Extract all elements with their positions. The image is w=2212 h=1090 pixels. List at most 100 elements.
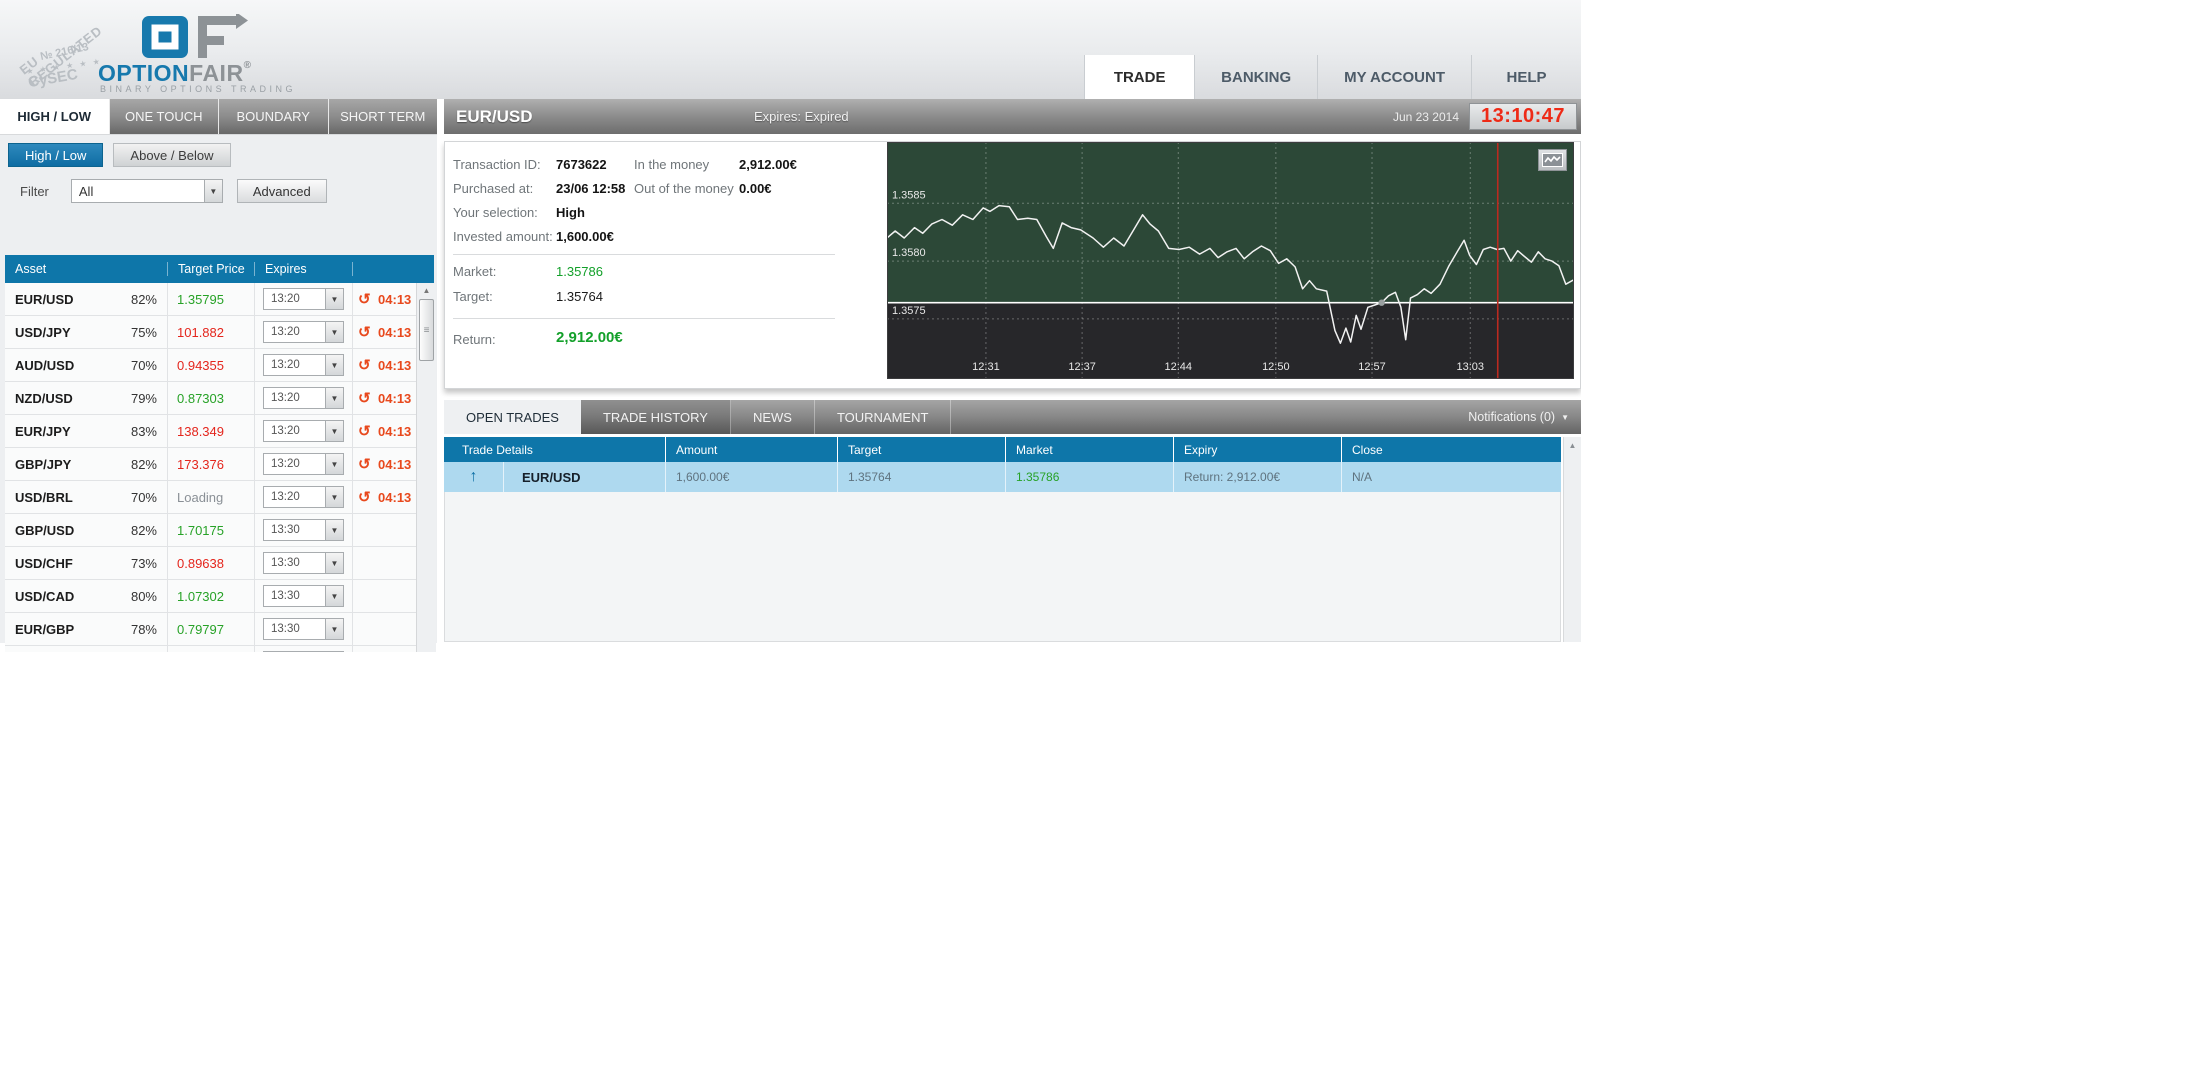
chevron-down-icon[interactable]: ▼ xyxy=(325,553,343,573)
chevron-down-icon[interactable]: ▼ xyxy=(325,520,343,540)
asset-pair-label: GBP/USD xyxy=(15,522,75,538)
asset-row[interactable]: GBP/USD 82% 1.70175 13:30 ▼ ↻ xyxy=(5,514,434,547)
expiry-select[interactable]: 13:30 ▼ xyxy=(263,585,344,607)
expiry-cell: 13:20 ▼ xyxy=(255,316,353,348)
expiry-select[interactable]: 13:20 ▼ xyxy=(263,288,344,310)
asset-pair-label: EUR/USD xyxy=(15,291,74,307)
expiry-select[interactable]: 13:20 ▼ xyxy=(263,486,344,508)
trade-market-value: 1.35786 xyxy=(1016,470,1060,484)
nav-tab-help[interactable]: HELP xyxy=(1471,55,1581,99)
nav-tab-trade[interactable]: TRADE xyxy=(1084,55,1195,99)
divider xyxy=(453,318,835,319)
target-price-cell: 1.70175 xyxy=(168,514,255,546)
tab-one-touch[interactable]: ONE TOUCH xyxy=(109,99,219,134)
trades-scrollbar[interactable]: ▲ xyxy=(1563,437,1581,642)
tab-open-trades[interactable]: OPEN TRADES xyxy=(444,400,581,434)
chevron-down-icon[interactable]: ▼ xyxy=(325,586,343,606)
chart-type-button[interactable] xyxy=(1538,149,1567,171)
expiry-select[interactable]: 13:30 ▼ xyxy=(263,519,344,541)
countdown-clock-icon: ↻ xyxy=(358,290,371,308)
target-price-value: 1.35795 xyxy=(177,291,224,307)
payout-percent: 79% xyxy=(130,390,157,406)
asset-row[interactable]: EUR/GBP 78% 0.79797 13:30 ▼ ↻ xyxy=(5,613,434,646)
tab-short-term[interactable]: SHORT TERM xyxy=(328,99,437,134)
tab-trade-history[interactable]: TRADE HISTORY xyxy=(580,400,731,434)
expiry-cell: 13:30 ▼ xyxy=(255,613,353,645)
scrollbar-thumb[interactable]: ≡ xyxy=(419,299,434,361)
asset-pair-label: USD/JPY xyxy=(15,324,71,340)
high-low-mode-button[interactable]: High / Low xyxy=(8,143,104,167)
asset-pair-label: AUD/USD xyxy=(15,357,75,373)
chevron-down-icon[interactable]: ▼ xyxy=(325,388,343,408)
chevron-down-icon: ▼ xyxy=(1561,412,1569,422)
asset-row[interactable]: USD/BRL 70% Loading 13:20 ▼ ↻ 04:13 xyxy=(5,481,434,514)
asset-table: Asset Target Price Expires EUR/USD 82% 1… xyxy=(5,255,436,652)
target-price-value: 0.94355 xyxy=(177,357,224,373)
chevron-down-icon[interactable]: ▼ xyxy=(325,421,343,441)
chevron-down-icon[interactable]: ▼ xyxy=(325,322,343,342)
filter-select[interactable]: All ▼ xyxy=(70,179,223,203)
above-below-mode-button[interactable]: Above / Below xyxy=(113,143,231,167)
expiry-cell: 13:30 ▼ xyxy=(255,514,353,546)
expiry-select[interactable]: 13:20 ▼ xyxy=(263,387,344,409)
asset-cell: GBP/JPY 82% xyxy=(5,448,168,480)
chevron-down-icon[interactable]: ▼ xyxy=(325,355,343,375)
trade-target-cell: 1.35764 xyxy=(838,462,1006,492)
svg-text:1.3580: 1.3580 xyxy=(892,247,926,259)
asset-row[interactable]: EUR/JPY 83% 138.349 13:20 ▼ ↻ 04:13 xyxy=(5,415,434,448)
countdown-clock-icon: ↻ xyxy=(358,422,371,440)
tab-high-low[interactable]: HIGH / LOW xyxy=(0,99,110,134)
chevron-down-icon[interactable]: ▼ xyxy=(325,619,343,639)
notifications-dropdown[interactable]: Notifications (0) ▼ xyxy=(1468,400,1569,434)
asset-row[interactable]: USD/JPY 75% 101.882 13:20 ▼ ↻ 04:13 xyxy=(5,316,434,349)
chevron-down-icon[interactable]: ▼ xyxy=(203,180,222,202)
payout-percent: 83% xyxy=(130,423,157,439)
asset-row[interactable]: EUR/CHF 65% 1.21723 13:30 ▼ ↻ xyxy=(5,646,434,652)
symbol-label: EUR/USD xyxy=(456,106,533,126)
expiry-select[interactable]: 13:30 ▼ xyxy=(263,651,344,652)
chevron-down-icon[interactable]: ▼ xyxy=(325,289,343,309)
expiry-select[interactable]: 13:20 ▼ xyxy=(263,321,344,343)
chevron-down-icon[interactable]: ▼ xyxy=(325,487,343,507)
expiry-select[interactable]: 13:30 ▼ xyxy=(263,552,344,574)
expiry-select[interactable]: 13:20 ▼ xyxy=(263,420,344,442)
advanced-button[interactable]: Advanced xyxy=(236,179,327,203)
asset-row[interactable]: EUR/USD 82% 1.35795 13:20 ▼ ↻ 04:13 xyxy=(5,283,434,316)
expiry-select[interactable]: 13:20 ▼ xyxy=(263,453,344,475)
asset-cell: USD/JPY 75% xyxy=(5,316,168,348)
mode-buttons: High / Low Above / Below xyxy=(0,143,437,167)
asset-row[interactable]: USD/CHF 73% 0.89638 13:30 ▼ ↻ xyxy=(5,547,434,580)
tab-tournament[interactable]: TOURNAMENT xyxy=(815,400,952,434)
expiry-cell: 13:20 ▼ xyxy=(255,382,353,414)
countdown-wrap: ↻ 04:13 xyxy=(358,455,411,474)
expiry-cell: 13:20 ▼ xyxy=(255,283,353,315)
top-navigation: TRADE BANKING MY ACCOUNT HELP xyxy=(1084,55,1581,99)
nav-tab-my-account[interactable]: MY ACCOUNT xyxy=(1317,55,1471,99)
target-price-value: 0.89638 xyxy=(177,555,224,571)
asset-row[interactable]: GBP/JPY 82% 173.376 13:20 ▼ ↻ 04:13 xyxy=(5,448,434,481)
expiry-select[interactable]: 13:20 ▼ xyxy=(263,354,344,376)
nav-tab-banking[interactable]: BANKING xyxy=(1194,55,1317,99)
expiry-selected-value: 13:20 xyxy=(271,425,300,437)
expiry-select[interactable]: 13:30 ▼ xyxy=(263,618,344,640)
scroll-up-icon[interactable]: ▲ xyxy=(417,283,436,295)
svg-text:1.3585: 1.3585 xyxy=(892,189,926,201)
asset-cell: AUD/USD 70% xyxy=(5,349,168,381)
info-label: In the money xyxy=(634,157,710,172)
tab-news[interactable]: NEWS xyxy=(731,400,815,434)
target-price-cell: 138.349 xyxy=(168,415,255,447)
asset-row[interactable]: USD/CAD 80% 1.07302 13:30 ▼ ↻ xyxy=(5,580,434,613)
open-trade-row[interactable]: ↑ EUR/USD 1,600.00€ 1.35764 1.35786 Retu… xyxy=(444,462,1561,492)
price-chart-canvas: 12:31 12:37 12:44 12:50 12:57 13:03 1.3585 1.35… xyxy=(886,142,1575,379)
tab-boundary[interactable]: BOUNDARY xyxy=(219,99,329,134)
chevron-down-icon[interactable]: ▼ xyxy=(325,454,343,474)
info-value: 2,912.00€ xyxy=(739,157,797,172)
filter-label: Filter xyxy=(20,183,49,199)
open-trades-table: Trade Details Amount Target Market Expir… xyxy=(444,437,1561,492)
asset-row[interactable]: AUD/USD 70% 0.94355 13:20 ▼ ↻ 04:13 xyxy=(5,349,434,382)
expiry-cell: 13:20 ▼ xyxy=(255,349,353,381)
scroll-up-icon[interactable]: ▲ xyxy=(1564,437,1581,450)
asset-list-scrollbar[interactable]: ▲ ≡ xyxy=(416,283,436,652)
payout-percent: 75% xyxy=(130,324,157,340)
asset-row[interactable]: NZD/USD 79% 0.87303 13:20 ▼ ↻ 04:13 xyxy=(5,382,434,415)
